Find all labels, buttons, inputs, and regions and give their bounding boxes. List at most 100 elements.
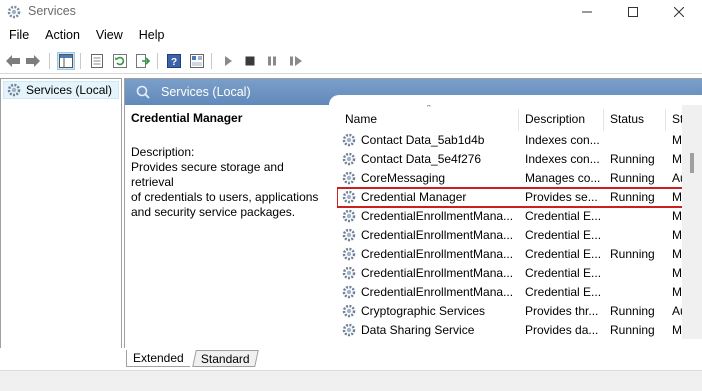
arrow-right-icon: [26, 55, 40, 67]
column-divider[interactable]: [518, 109, 519, 131]
cell-description: Credential E...: [525, 247, 601, 261]
gear-icon: [342, 133, 356, 147]
refresh-icon: [113, 54, 127, 68]
stop-icon: [245, 56, 255, 66]
cell-name: CoreMessaging: [361, 171, 446, 185]
cell-name: Cryptographic Services: [361, 304, 486, 318]
gear-icon: [342, 304, 356, 318]
header-curve: [329, 95, 702, 105]
menu-file[interactable]: File: [0, 26, 37, 46]
stop-service-button[interactable]: [241, 52, 259, 70]
cell-description: Credential E...: [525, 266, 601, 280]
close-button[interactable]: [656, 0, 702, 24]
cell-status: Running: [610, 323, 655, 337]
table-row[interactable]: Credential Manager Provides se... Running M: [337, 187, 702, 208]
column-header-description[interactable]: Description: [525, 112, 585, 126]
minimize-button[interactable]: [564, 0, 610, 24]
cell-name: CredentialEnrollmentMana...: [361, 228, 514, 242]
tree-item-services-local[interactable]: Services (Local): [3, 81, 119, 99]
cell-name: CredentialEnrollmentMana...: [361, 285, 514, 299]
sort-ascending-icon: ⌃: [425, 105, 433, 113]
gear-icon: [342, 228, 356, 242]
toolbar: ?: [0, 48, 702, 74]
cell-description: Credential E...: [525, 285, 601, 299]
gear-icon: [7, 83, 21, 97]
table-row[interactable]: Contact Data_5ab1d4b Indexes con... M: [337, 131, 702, 150]
back-button[interactable]: [4, 52, 22, 70]
export-list-button[interactable]: [134, 52, 152, 70]
maximize-icon: [628, 7, 638, 17]
services-table: ⌃ Name Description Status St Contact Dat…: [337, 105, 702, 339]
gear-icon: [342, 323, 356, 337]
help-icon: ?: [167, 54, 181, 68]
vertical-scrollbar[interactable]: [682, 105, 702, 339]
column-divider[interactable]: [603, 109, 604, 131]
table-row[interactable]: Cryptographic Services Provides thr... Run…: [337, 302, 702, 321]
gear-icon: [7, 5, 21, 19]
search-icon: [136, 85, 150, 99]
scrollbar-thumb[interactable]: [690, 153, 694, 173]
description-label: Description:: [131, 145, 195, 159]
column-divider[interactable]: [665, 109, 666, 131]
table-row[interactable]: CredentialEnrollmentMana... Credential E.…: [337, 245, 702, 264]
play-icon: [225, 56, 232, 66]
table-row[interactable]: CredentialEnrollmentMana... Credential E.…: [337, 264, 702, 283]
cell-description: Provides se...: [525, 190, 598, 204]
console-tree-icon: [59, 54, 73, 68]
console-tree-pane: Services (Local): [0, 78, 122, 348]
view-tabs: Extended Standard: [124, 350, 424, 368]
table-row[interactable]: CredentialEnrollmentMana... Credential E.…: [337, 226, 702, 245]
table-row[interactable]: CoreMessaging Manages co... Running Au: [337, 169, 702, 188]
status-bar: [0, 370, 702, 391]
arrow-left-icon: [6, 55, 20, 67]
forward-button[interactable]: [24, 52, 42, 70]
table-row[interactable]: CredentialEnrollmentMana... Credential E.…: [337, 283, 702, 302]
gear-icon: [342, 247, 356, 261]
menu-action[interactable]: Action: [37, 26, 88, 46]
column-header-status[interactable]: Status: [610, 112, 644, 126]
toolbar-separator: [211, 53, 212, 69]
show-hide-tree-button[interactable]: [57, 52, 75, 70]
cell-status: Running: [610, 171, 655, 185]
gear-icon: [342, 285, 356, 299]
gear-icon: [342, 266, 356, 280]
refresh-button[interactable]: [111, 52, 129, 70]
pause-icon: [268, 56, 276, 66]
column-header-name[interactable]: Name: [345, 112, 377, 126]
cell-description: Indexes con...: [525, 133, 600, 147]
start-service-button[interactable]: [219, 52, 237, 70]
pause-service-button[interactable]: [263, 52, 281, 70]
cell-name: CredentialEnrollmentMana...: [361, 247, 514, 261]
close-icon: [674, 7, 684, 17]
cell-name: Contact Data_5e4f276: [361, 152, 482, 166]
cell-name: CredentialEnrollmentMana...: [361, 209, 514, 223]
maximize-button[interactable]: [610, 0, 656, 24]
cell-name: CredentialEnrollmentMana...: [361, 266, 514, 280]
menu-help[interactable]: Help: [131, 26, 173, 46]
tab-extended[interactable]: Extended: [126, 350, 190, 367]
table-row[interactable]: CredentialEnrollmentMana... Credential E.…: [337, 207, 702, 226]
cell-name: Data Sharing Service: [361, 323, 475, 337]
cell-status: Running: [610, 190, 655, 204]
cell-description: Provides da...: [525, 323, 599, 337]
minimize-icon: [582, 11, 592, 13]
tab-standard[interactable]: Standard: [192, 350, 259, 367]
restart-service-button[interactable]: [287, 52, 305, 70]
tab-extended-label: Extended: [133, 351, 184, 365]
cell-status: Running: [610, 152, 655, 166]
properties-button[interactable]: [88, 52, 106, 70]
help-button[interactable]: ?: [165, 52, 183, 70]
tree-item-label: Services (Local): [26, 83, 113, 97]
gear-icon: [342, 171, 356, 185]
table-row[interactable]: Contact Data_5e4f276 Indexes con... Runnin…: [337, 150, 702, 169]
cell-name: Credential Manager: [361, 190, 467, 204]
details-header-title: Services (Local): [161, 85, 251, 99]
details-header: Services (Local): [125, 79, 702, 105]
export-icon: [136, 54, 150, 68]
console-view-button[interactable]: [188, 52, 206, 70]
details-pane: Services (Local) Credential Manager Desc…: [124, 78, 702, 348]
table-row[interactable]: Data Sharing Service Provides da... Runnin…: [337, 321, 702, 339]
cell-description: Credential E...: [525, 209, 601, 223]
menu-view[interactable]: View: [88, 26, 131, 46]
cell-description: Indexes con...: [525, 152, 600, 166]
